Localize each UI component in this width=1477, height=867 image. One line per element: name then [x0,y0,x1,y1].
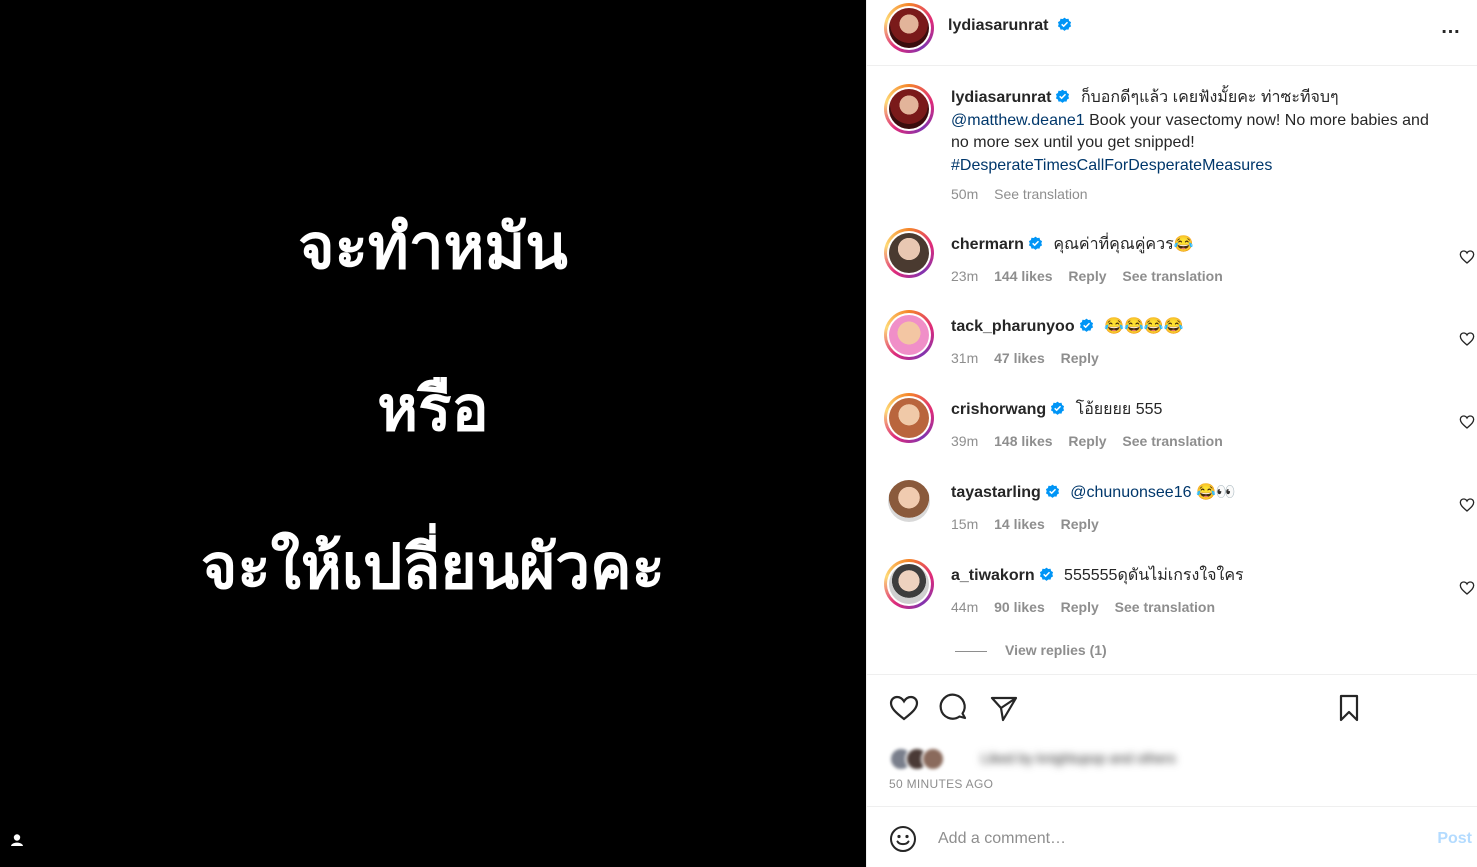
comment-username[interactable]: crishorwang [951,401,1046,418]
replies-divider [955,650,987,652]
comment-text: คุณค่าที่คุณคู่ควร😂 [1053,236,1194,253]
liked-by-text: Liked by knightupop and others [981,750,1176,766]
comment-see-translation[interactable]: See translation [1115,599,1215,615]
verified-badge-icon [1045,484,1059,498]
comment-reply-button[interactable]: Reply [1068,268,1106,284]
verified-badge-icon [1056,89,1070,103]
like-comment-heart-icon[interactable] [1459,249,1475,265]
comment-username[interactable]: a_tiwakorn [951,567,1035,584]
comment-username[interactable]: chermarn [951,236,1024,253]
liked-by-row[interactable]: Liked by knightupop and others [889,745,1229,773]
save-bookmark-icon[interactable] [1333,692,1365,724]
comment-time: 31m [951,350,979,366]
post-actions: Liked by knightupop and others 50 MINUTE… [867,674,1477,806]
comment-avatar[interactable] [888,480,930,522]
post-comment-button[interactable]: Post [1437,830,1472,848]
comment-input[interactable] [938,827,1398,851]
verified-badge-icon [1039,567,1053,581]
comment-text: 😂👀 [1191,484,1236,501]
author-username[interactable]: lydiasarunrat [948,17,1048,34]
caption-mention-link[interactable]: @matthew.deane1 [951,112,1085,129]
post-timestamp: 50 MINUTES AGO [889,777,994,791]
comment-reply-button[interactable]: Reply [1061,350,1099,366]
view-replies-button[interactable]: View replies (1) [955,642,1107,658]
share-send-icon[interactable] [988,692,1020,724]
like-comment-heart-icon[interactable] [1459,331,1475,347]
comment-reply-button[interactable]: Reply [1061,599,1099,615]
emoji-picker-icon[interactable] [889,825,917,853]
comment-see-translation[interactable]: See translation [1122,268,1222,284]
comment-username[interactable]: tayastarling [951,484,1041,501]
caption-thai-text: ก็บอกดีๆแล้ว เคยฟังมั้ยคะ ท่าซะทีจบๆ [1080,89,1339,106]
like-comment-heart-icon[interactable] [1459,580,1475,596]
more-options-icon[interactable]: … [1436,16,1466,40]
comment-likes[interactable]: 47 likes [994,350,1045,366]
user-tag-icon[interactable] [7,830,27,850]
comment-text: 555555ดุดันไม่เกรงใจใคร [1064,567,1244,584]
comment-likes[interactable]: 144 likes [994,268,1052,284]
comment-avatar[interactable] [884,310,934,360]
caption-see-translation[interactable]: See translation [994,186,1087,202]
comment-time: 23m [951,268,979,284]
comment-time: 44m [951,599,979,615]
verified-badge-icon [1057,17,1071,31]
comment-likes[interactable]: 90 likes [994,599,1045,615]
media-text-line-3: จะให้เปลี่ยนผัวคะ [201,530,665,603]
caption-username[interactable]: lydiasarunrat [951,89,1051,106]
comment-avatar[interactable] [884,559,934,609]
comment-avatar[interactable] [884,393,934,443]
comment-bubble-icon[interactable] [938,692,970,724]
comment-username[interactable]: tack_pharunyoo [951,318,1075,335]
like-comment-heart-icon[interactable] [1459,414,1475,430]
verified-badge-icon [1079,318,1093,332]
media-text-line-1: จะทำหมัน [298,210,568,283]
comment-mention-link[interactable]: @chunuonsee16 [1070,484,1191,501]
caption-avatar[interactable] [884,84,934,134]
post-sidebar: lydiasarunrat … lydiasarunrat ก็บอกดีๆแล… [866,0,1477,867]
media-text-line-2: หรือ [377,372,489,445]
like-heart-icon[interactable] [888,692,920,724]
comment-time: 15m [951,516,979,532]
comment-reply-button[interactable]: Reply [1068,433,1106,449]
verified-badge-icon [1051,401,1065,415]
comment-likes[interactable]: 148 likes [994,433,1052,449]
view-replies-label: View replies (1) [1005,642,1107,658]
comment-time: 39m [951,433,979,449]
verified-badge-icon [1028,236,1042,250]
comment-text: โอ้ยยยย 555 [1075,401,1163,418]
like-comment-heart-icon[interactable] [1459,497,1475,513]
post-header: lydiasarunrat … [867,0,1477,66]
comment-see-translation[interactable]: See translation [1122,433,1222,449]
caption-hashtag-link[interactable]: #DesperateTimesCallForDesperateMeasures [951,157,1272,174]
comment-reply-button[interactable]: Reply [1061,516,1099,532]
post-media[interactable]: จะทำหมัน หรือ จะให้เปลี่ยนผัวคะ [0,0,866,867]
comment-avatar[interactable] [884,228,934,278]
author-avatar[interactable] [884,3,934,53]
comment-likes[interactable]: 14 likes [994,516,1045,532]
comment-text: 😂😂😂😂 [1104,318,1184,335]
caption-time: 50m [951,186,979,202]
add-comment-bar: Post [867,806,1477,867]
comments-list[interactable]: lydiasarunrat ก็บอกดีๆแล้ว เคยฟังมั้ยคะ … [867,66,1477,674]
